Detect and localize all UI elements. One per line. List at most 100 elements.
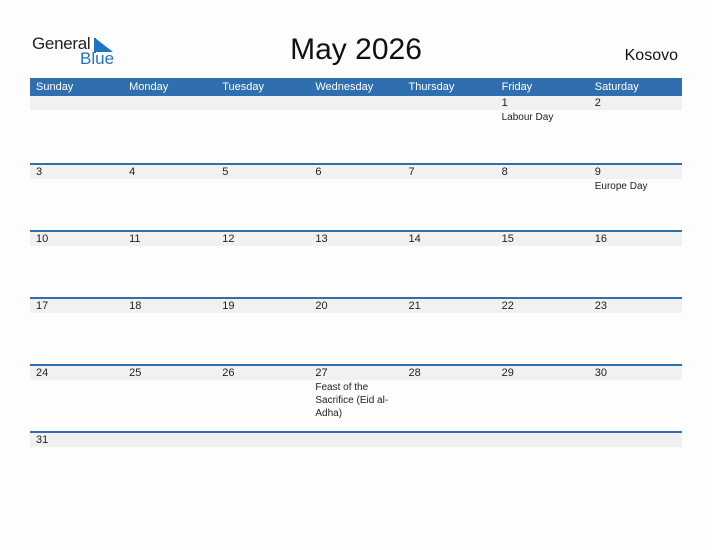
day-number: 3 bbox=[36, 166, 43, 178]
day-cell: 1 Labour Day bbox=[496, 96, 589, 124]
page-title: May 2026 bbox=[290, 33, 422, 66]
day-cell: 11 bbox=[123, 232, 216, 247]
day-cell: 28 bbox=[403, 366, 496, 420]
day-number bbox=[222, 433, 309, 447]
day-cell bbox=[123, 433, 216, 448]
day-cell: 30 bbox=[589, 366, 682, 420]
day-number bbox=[502, 433, 589, 447]
day-cell: 5 bbox=[216, 165, 309, 193]
weeks-container: 1 Labour Day 2 3 4 5 6 7 8 9 Europe Day 10 11 12 13 14 1… bbox=[30, 96, 682, 447]
day-number bbox=[129, 96, 216, 110]
day-number bbox=[36, 96, 123, 110]
day-number: 12 bbox=[222, 233, 235, 245]
day-number: 27 bbox=[315, 367, 328, 379]
day-number bbox=[315, 96, 402, 110]
day-number: 16 bbox=[594, 233, 607, 245]
day-cell bbox=[216, 433, 309, 448]
day-cell bbox=[123, 96, 216, 124]
day-cell: 18 bbox=[123, 299, 216, 314]
day-number: 17 bbox=[36, 300, 49, 312]
weekday-sunday: Sunday bbox=[36, 81, 74, 93]
day-cell: 10 bbox=[30, 232, 123, 247]
weekday-thursday: Thursday bbox=[408, 81, 455, 93]
day-number: 28 bbox=[408, 367, 421, 379]
day-cell: 23 bbox=[589, 299, 682, 314]
day-cell: 29 bbox=[496, 366, 589, 420]
day-number bbox=[222, 96, 309, 110]
day-cell bbox=[309, 96, 402, 124]
day-cell: 7 bbox=[403, 165, 496, 193]
day-number: 25 bbox=[129, 367, 142, 379]
day-number: 20 bbox=[315, 300, 328, 312]
day-cell: 4 bbox=[123, 165, 216, 193]
day-number: 15 bbox=[501, 233, 514, 245]
week-row: 31 bbox=[30, 431, 682, 447]
day-cell: 16 bbox=[589, 232, 682, 247]
day-cell: 20 bbox=[309, 299, 402, 314]
day-number: 9 bbox=[594, 166, 601, 178]
day-cell bbox=[216, 96, 309, 124]
day-number: 18 bbox=[129, 300, 142, 312]
day-number: 13 bbox=[315, 233, 328, 245]
day-number bbox=[129, 433, 216, 447]
day-number: 31 bbox=[36, 434, 49, 446]
day-number: 26 bbox=[222, 367, 235, 379]
holiday-label: Labour Day bbox=[501, 112, 554, 123]
day-cell: 26 bbox=[216, 366, 309, 420]
week-row: 10 11 12 13 14 15 16 bbox=[30, 230, 682, 297]
country-label: Kosovo bbox=[624, 47, 678, 64]
weekday-tuesday: Tuesday bbox=[222, 81, 265, 93]
day-number: 23 bbox=[594, 300, 607, 312]
weekday-saturday: Saturday bbox=[594, 81, 639, 93]
day-number: 14 bbox=[408, 233, 421, 245]
day-cell: 31 bbox=[30, 433, 123, 448]
day-number: 24 bbox=[36, 367, 49, 379]
day-number: 29 bbox=[501, 367, 514, 379]
week-row: 24 25 26 27 Feast of the Sacrifice (Eid al-A… bbox=[30, 364, 682, 431]
day-cell bbox=[30, 96, 123, 124]
day-number bbox=[315, 433, 402, 447]
day-cell: 15 bbox=[496, 232, 589, 247]
day-cell: 2 bbox=[589, 96, 682, 124]
day-cell bbox=[589, 433, 682, 448]
holiday-label: Feast of the Sacrifice (Eid al-Adha) bbox=[315, 382, 389, 419]
day-number: 19 bbox=[222, 300, 235, 312]
day-number: 4 bbox=[129, 166, 136, 178]
day-number bbox=[409, 96, 496, 110]
day-number: 22 bbox=[501, 300, 514, 312]
day-number: 6 bbox=[315, 166, 322, 178]
day-cell: 17 bbox=[30, 299, 123, 314]
day-cell: 21 bbox=[403, 299, 496, 314]
day-cell: 13 bbox=[309, 232, 402, 247]
day-number: 11 bbox=[129, 233, 141, 245]
day-cell: 22 bbox=[496, 299, 589, 314]
day-cell bbox=[403, 96, 496, 124]
day-number: 1 bbox=[501, 97, 508, 109]
day-cell: 3 bbox=[30, 165, 123, 193]
day-cell: 8 bbox=[496, 165, 589, 193]
day-number: 21 bbox=[408, 300, 421, 312]
day-number bbox=[595, 433, 682, 447]
day-number: 30 bbox=[594, 367, 607, 379]
holiday-label: Europe Day bbox=[594, 181, 648, 192]
day-cell: 27 Feast of the Sacrifice (Eid al-Adha) bbox=[309, 366, 402, 420]
day-cell bbox=[403, 433, 496, 448]
calendar-grid: Sunday Monday Tuesday Wednesday Thursday… bbox=[30, 78, 682, 447]
day-cell: 9 Europe Day bbox=[589, 165, 682, 193]
day-cell: 6 bbox=[309, 165, 402, 193]
day-number bbox=[409, 433, 496, 447]
week-row: 1 Labour Day 2 bbox=[30, 96, 682, 163]
weekday-monday: Monday bbox=[129, 81, 169, 93]
weekday-friday: Friday bbox=[501, 81, 533, 93]
day-number: 2 bbox=[594, 97, 601, 109]
week-row: 17 18 19 20 21 22 23 bbox=[30, 297, 682, 364]
day-number: 7 bbox=[408, 166, 415, 178]
weekday-wednesday: Wednesday bbox=[315, 81, 374, 93]
day-number: 8 bbox=[501, 166, 508, 178]
day-cell: 24 bbox=[30, 366, 123, 420]
day-cell: 25 bbox=[123, 366, 216, 420]
day-cell: 14 bbox=[403, 232, 496, 247]
day-number: 5 bbox=[222, 166, 229, 178]
weekday-header: Sunday Monday Tuesday Wednesday Thursday… bbox=[30, 78, 682, 96]
week-row: 3 4 5 6 7 8 9 Europe Day bbox=[30, 163, 682, 230]
